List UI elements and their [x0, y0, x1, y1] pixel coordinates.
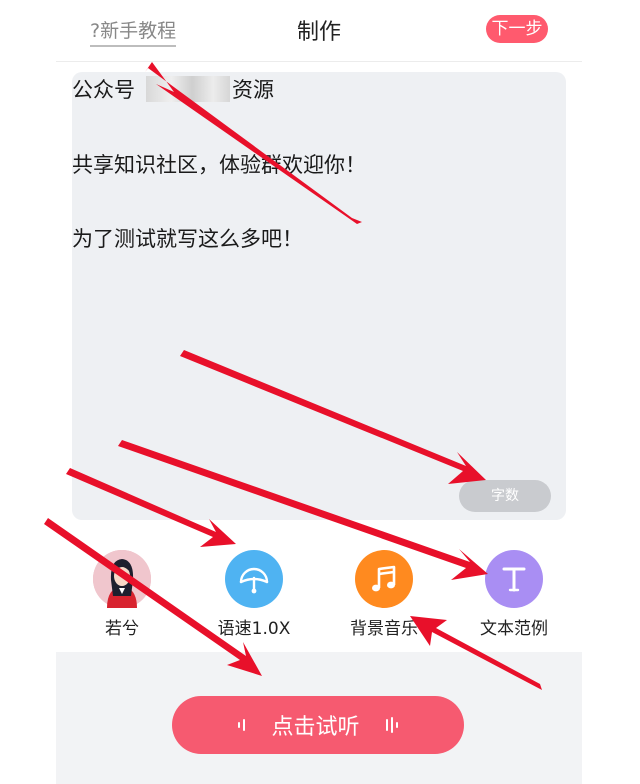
- annotation-arrow: [66, 468, 236, 547]
- annotation-arrow: [180, 350, 486, 484]
- annotation-arrow: [145, 62, 362, 224]
- annotation-arrows: [44, 62, 542, 690]
- annotation-arrow: [118, 440, 488, 580]
- annotation-arrow: [410, 616, 542, 690]
